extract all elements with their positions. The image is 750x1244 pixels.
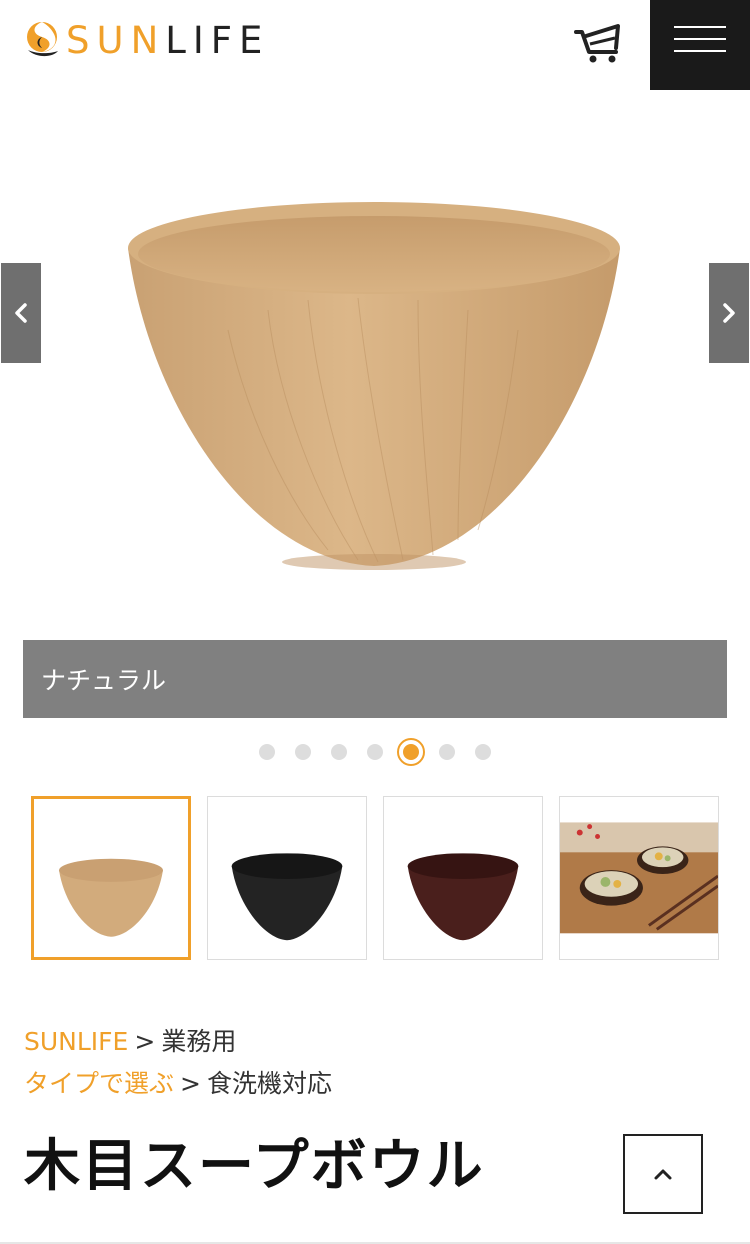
carousel-next-button[interactable] [709, 263, 749, 363]
logo-life-text: LIFE [165, 18, 270, 62]
slide-caption-text: ナチュラル [41, 666, 167, 695]
pagination-dot[interactable] [439, 744, 455, 760]
slide-caption: ナチュラル [23, 640, 727, 718]
cart-icon [574, 24, 620, 63]
back-to-top-button[interactable] [623, 1134, 703, 1214]
lifestyle-photo-thumbnail [560, 822, 718, 934]
breadcrumb-item-business: 業務用 [161, 1027, 237, 1056]
pagination-dot-active[interactable] [397, 738, 425, 766]
thumbnail-strip [0, 796, 750, 960]
carousel-prev-button[interactable] [1, 263, 41, 363]
pagination-dot[interactable] [475, 744, 491, 760]
sunlife-logo[interactable]: SUNLIFE [24, 18, 269, 62]
chevron-right-icon [723, 303, 735, 323]
chevron-up-icon [654, 1169, 672, 1180]
breadcrumb-link-type[interactable]: タイプで選ぶ [24, 1069, 174, 1098]
breadcrumb: タイプで選ぶ > 食洗機対応 [24, 1071, 332, 1096]
pagination-dot[interactable] [259, 744, 275, 760]
product-title: 木目スープボウル [24, 1133, 485, 1199]
thumbnail-brown[interactable] [383, 796, 543, 960]
pagination-dot[interactable] [367, 744, 383, 760]
breadcrumb-link-sunlife[interactable]: SUNLIFE [24, 1027, 128, 1056]
pagination-dot[interactable] [331, 744, 347, 760]
product-main-image [128, 202, 620, 570]
menu-button[interactable] [650, 0, 750, 90]
breadcrumb-item-dishwasher-safe: 食洗機対応 [206, 1069, 332, 1098]
hamburger-bar [674, 50, 726, 52]
pagination-dot[interactable] [295, 744, 311, 760]
breadcrumb: SUNLIFE > 業務用 [24, 1029, 236, 1054]
natural-bowl-thumbnail [59, 858, 163, 937]
thumbnail-black[interactable] [207, 796, 367, 960]
hamburger-menu-icon [674, 26, 726, 28]
hamburger-bar [674, 38, 726, 40]
logo-wordmark: SUNLIFE [66, 22, 269, 59]
site-header: SUNLIFE [0, 0, 750, 90]
thumbnail-lifestyle[interactable] [559, 796, 719, 960]
black-bowl-thumbnail [231, 853, 343, 941]
chevron-left-icon [15, 303, 27, 323]
carousel-pagination [0, 738, 750, 766]
cart-button[interactable] [572, 18, 628, 64]
sunlife-logo-mark-icon [27, 22, 58, 57]
breadcrumb-separator: > [180, 1069, 201, 1098]
logo-sun-text: SUN [66, 18, 166, 62]
brown-bowl-thumbnail [407, 853, 519, 941]
product-image-carousel[interactable] [0, 90, 750, 640]
thumbnail-natural[interactable] [31, 796, 191, 960]
breadcrumb-separator: > [134, 1027, 156, 1056]
